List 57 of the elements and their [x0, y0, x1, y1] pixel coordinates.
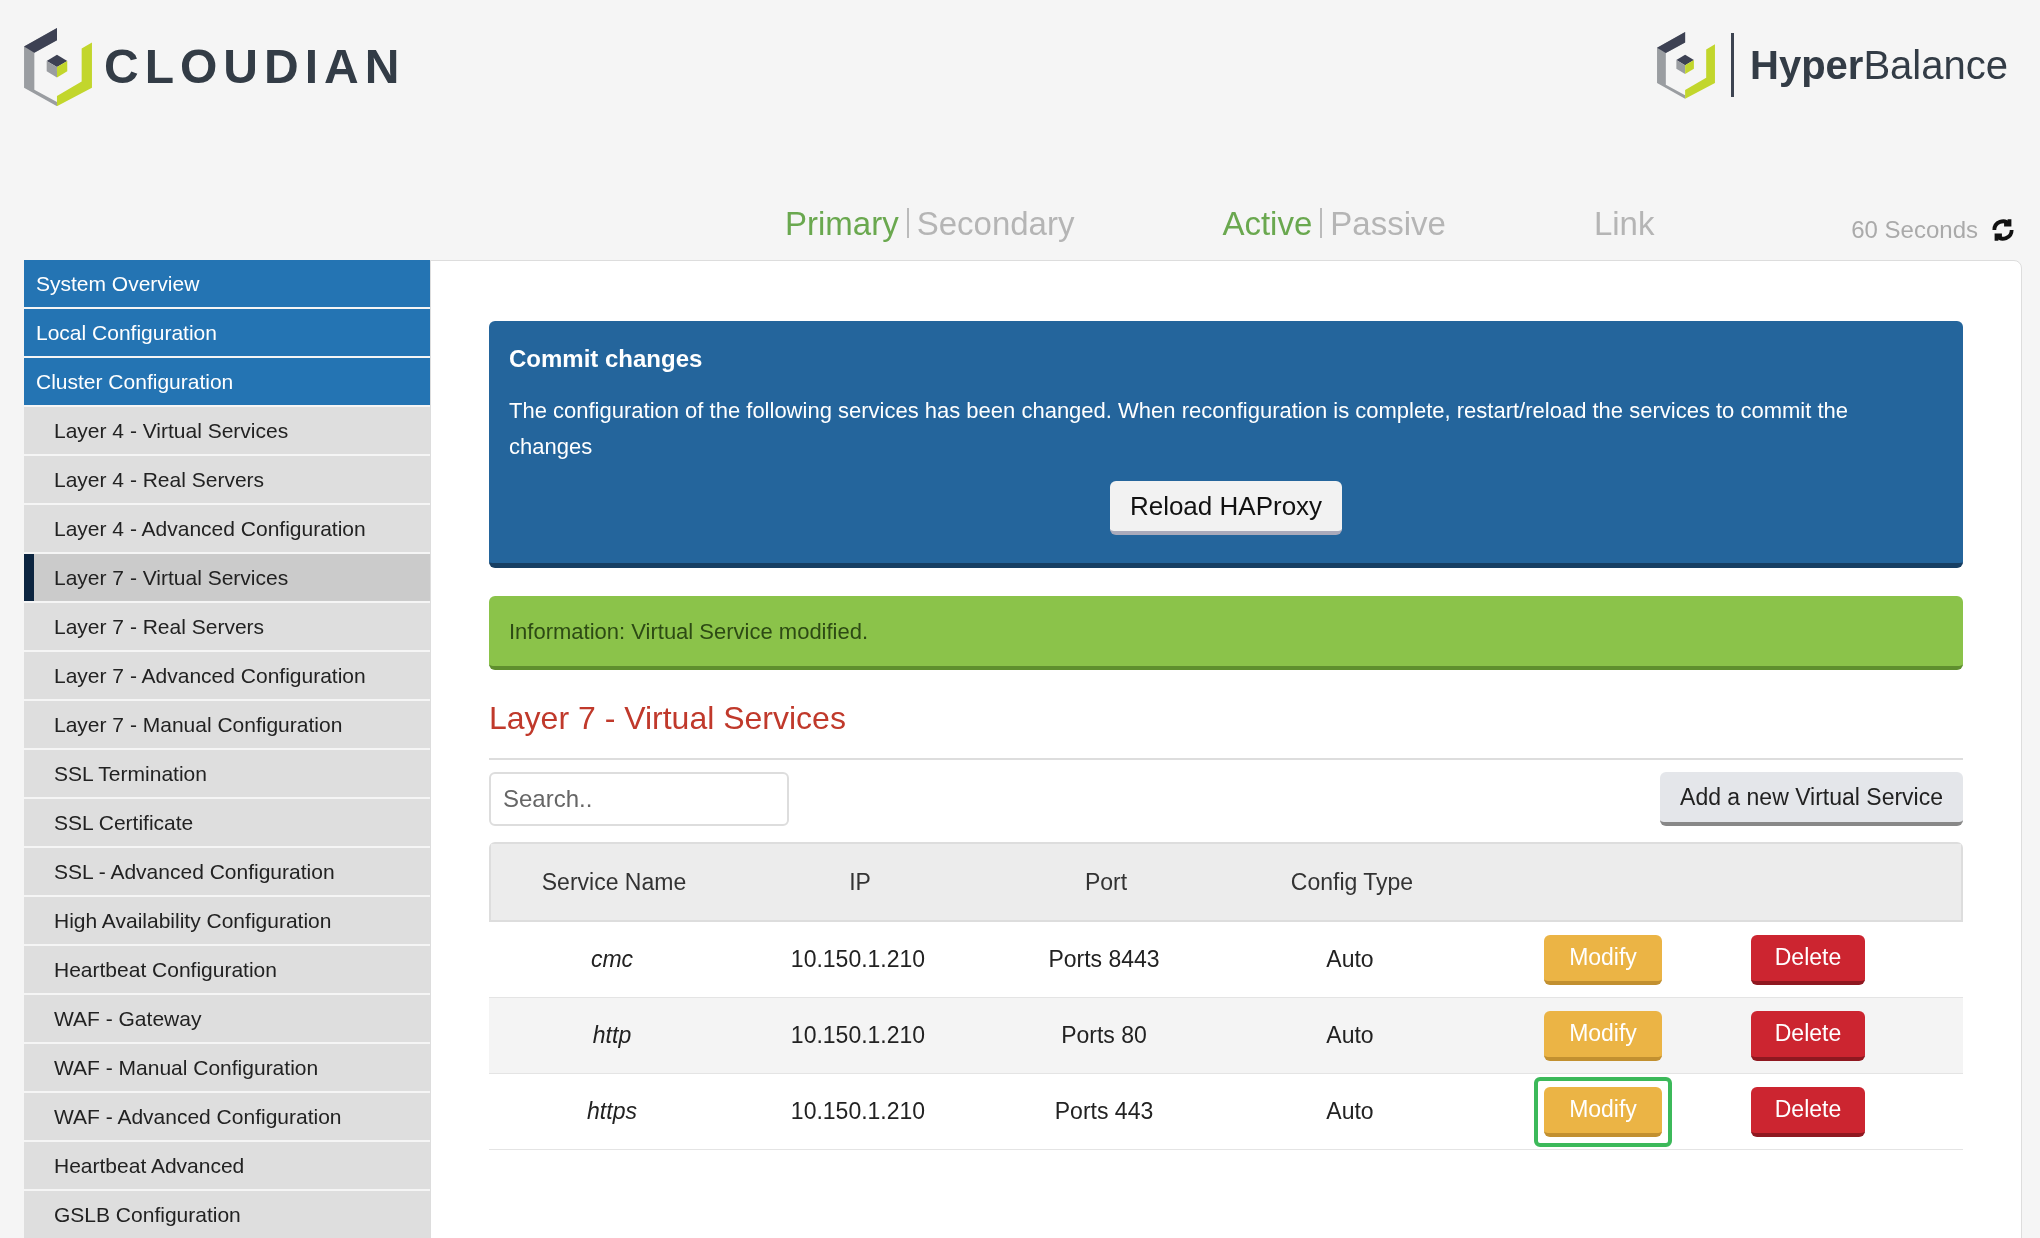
sidebar-item[interactable]: GSLB Configuration	[24, 1191, 430, 1238]
commit-title: Commit changes	[509, 344, 704, 374]
status-indicator: Active	[1222, 203, 1313, 244]
table-cell-text: Auto	[1325, 1097, 1375, 1127]
sidebar-item[interactable]: Local Configuration	[24, 309, 430, 356]
delete-button[interactable]: Delete	[1751, 934, 1865, 985]
table-cell-text: 10.150.1.210	[789, 945, 927, 975]
sidebar-item[interactable]: Heartbeat Advanced	[24, 1142, 430, 1189]
sidebar-item[interactable]: Layer 7 - Real Servers	[24, 603, 430, 650]
sidebar-item[interactable]: Layer 4 - Virtual Services	[24, 407, 430, 454]
cube-logo-icon	[24, 28, 92, 107]
table-cell-text: Ports 443	[1053, 1097, 1155, 1127]
sidebar-item[interactable]: WAF - Manual Configuration	[24, 1044, 430, 1091]
refresh-icon[interactable]	[1990, 217, 2016, 243]
info-banner: Information: Virtual Service modified.	[489, 596, 1963, 670]
table-cell-text: http	[591, 1021, 633, 1051]
table-cell-text: 10.150.1.210	[789, 1097, 927, 1127]
hyperbalance-logo-text: HyperBalance	[1750, 42, 2008, 90]
status-indicator: Link	[1593, 203, 1655, 244]
sidebar-item[interactable]: SSL - Advanced Configuration	[24, 848, 430, 895]
search-field[interactable]: Search..	[489, 772, 789, 826]
sidebar-item[interactable]: WAF - Gateway	[24, 995, 430, 1042]
column-header: Port	[1083, 867, 1129, 897]
sidebar-item[interactable]: Layer 7 - Advanced Configuration	[24, 652, 430, 699]
sidebar-item[interactable]: High Availability Configuration	[24, 897, 430, 944]
table-cell-text: Auto	[1325, 1021, 1375, 1051]
sidebar-item[interactable]: Layer 7 - Manual Configuration	[24, 701, 430, 748]
delete-button[interactable]: Delete	[1751, 1086, 1865, 1137]
table-cell-text: Ports 8443	[1047, 945, 1161, 975]
column-header: Config Type	[1289, 867, 1415, 897]
sidebar-item[interactable]: SSL Termination	[24, 750, 430, 797]
status-indicator: Passive	[1330, 203, 1446, 244]
table-cell-text: Ports 80	[1060, 1021, 1148, 1051]
add-virtual-service-button[interactable]: Add a new Virtual Service	[1660, 772, 1963, 826]
table-cell-text: 10.150.1.210	[789, 1021, 927, 1051]
table-cell-text: cmc	[589, 945, 635, 975]
delete-button[interactable]: Delete	[1751, 1010, 1865, 1061]
sidebar-item[interactable]: Cluster Configuration	[24, 358, 430, 405]
sidebar-item[interactable]: WAF - Advanced Configuration	[24, 1093, 430, 1140]
sidebar-item[interactable]: Layer 7 - Virtual Services	[24, 554, 430, 601]
column-header: IP	[848, 867, 872, 897]
cloudian-logo-text: CLOUDIAN	[104, 39, 406, 96]
refresh-interval: 60 Seconds	[1851, 215, 1978, 245]
status-indicator: Secondary	[916, 203, 1075, 244]
sidebar-item[interactable]: System Overview	[24, 260, 430, 307]
cube-logo-icon	[1657, 32, 1716, 99]
status-indicator: Primary	[785, 203, 899, 244]
table-cell-text: Auto	[1325, 945, 1375, 975]
page-title: Layer 7 - Virtual Services	[489, 694, 1963, 760]
table-cell-text: https	[586, 1097, 638, 1127]
sidebar-item[interactable]: Heartbeat Configuration	[24, 946, 430, 993]
reload-haproxy-button[interactable]: Reload HAProxy	[1109, 481, 1343, 535]
column-header: Service Name	[540, 867, 688, 897]
commit-message: The configuration of the following services has been changed. When reconfiguration is complete, restart/reload the services to commit the changes	[509, 397, 1850, 461]
sidebar-item[interactable]: SSL Certificate	[24, 799, 430, 846]
sidebar-item[interactable]: Layer 4 - Advanced Configuration	[24, 505, 430, 552]
sidebar-item[interactable]: Layer 4 - Real Servers	[24, 456, 430, 503]
